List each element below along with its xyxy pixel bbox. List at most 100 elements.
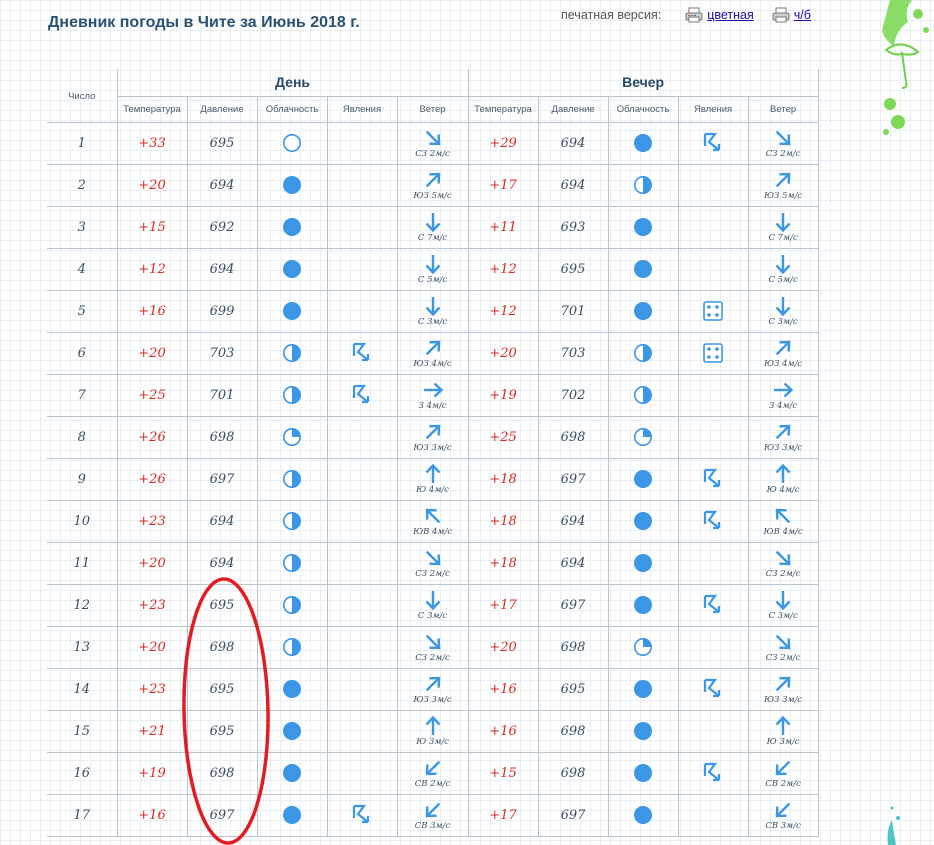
evening-temperature: +20	[467, 331, 539, 375]
evening-pressure-header: Давление	[537, 95, 609, 123]
wind-arrow-northwest-icon	[749, 547, 818, 569]
day-temperature: +26	[116, 415, 188, 459]
day-number: 2	[47, 163, 118, 207]
day-phenomena	[326, 541, 398, 585]
day-phenomena	[326, 289, 398, 333]
evening-temperature: +11	[467, 205, 539, 249]
table-row: 1 +33 695 СЗ 2м/с +29 694 СЗ 2м/с	[47, 121, 819, 165]
day-temperature: +33	[116, 121, 188, 165]
evening-phenomena	[677, 373, 749, 417]
day-wind: С 3м/с	[396, 583, 469, 627]
wind-arrow-northwest-icon	[398, 547, 468, 569]
evening-phenomena	[677, 793, 749, 837]
day-phenomena	[326, 415, 398, 459]
cloud-half-icon	[258, 511, 327, 531]
cloud-overcast-icon	[609, 259, 678, 279]
print-bw-link[interactable]: ч/б	[794, 8, 811, 22]
day-temperature: +19	[116, 751, 188, 795]
cloud-overcast-icon	[609, 763, 678, 783]
print-color-link[interactable]: цветная	[707, 8, 754, 22]
table-row: 8 +26 698 ЮЗ 3м/с +25 698 ЮЗ 3м/с	[47, 415, 819, 459]
thunder-icon	[328, 342, 397, 364]
day-cloudiness	[256, 625, 328, 669]
thunder-icon	[679, 594, 748, 616]
evening-phenomena	[677, 205, 749, 249]
cloud-half-icon	[609, 343, 678, 363]
evening-phenomena	[677, 415, 749, 459]
evening-cloudiness	[607, 121, 679, 165]
wind-speed-text: С 5м/с	[768, 275, 798, 285]
wind-speed-text: ЮЗ 5м/с	[413, 191, 452, 201]
day-temperature-header: Температура	[116, 95, 188, 123]
wind-speed-text: СВ 2м/с	[414, 779, 451, 789]
evening-pressure: 695	[537, 667, 609, 711]
day-pressure: 695	[186, 709, 258, 753]
thunder-icon	[679, 468, 748, 490]
evening-wind: СВ 3м/с	[747, 793, 819, 837]
evening-pressure: 701	[537, 289, 609, 333]
day-pressure: 703	[186, 331, 258, 375]
day-phenomena	[326, 331, 398, 375]
wind-speed-text: ЮЗ 3м/с	[763, 443, 803, 453]
evening-cloudiness	[607, 373, 679, 417]
cloud-overcast-icon	[258, 763, 327, 783]
day-number: 6	[47, 331, 118, 375]
thunder-icon	[679, 132, 748, 154]
wind-speed-text: ЮЗ 3м/с	[763, 695, 803, 705]
day-wind: Ю 3м/с	[396, 709, 469, 753]
print-version-label: печатная версия:	[561, 8, 662, 22]
day-temperature: +12	[116, 247, 188, 291]
day-temperature: +23	[116, 499, 188, 543]
day-cloudiness	[256, 121, 328, 165]
print-bw-item: ч/б	[772, 7, 811, 23]
wind-speed-text: ЮЗ 5м/с	[763, 191, 803, 201]
cloud-overcast-icon	[609, 133, 678, 153]
evening-wind: Ю 3м/с	[747, 709, 819, 753]
wind-speed-text: С 3м/с	[417, 611, 448, 621]
day-number: 1	[47, 121, 118, 165]
table-row: 9 +26 697 Ю 4м/с +18 697 Ю 4м/с	[47, 457, 819, 501]
cloud-overcast-icon	[258, 805, 327, 825]
day-number: 9	[47, 457, 118, 501]
evening-temperature: +20	[467, 625, 539, 669]
table-row: 13 +20 698 СЗ 2м/с +20 698 СЗ 2м/с	[47, 625, 819, 669]
table-row: 16 +19 698 СВ 2м/с +15 698 СВ 2м/с	[47, 751, 819, 795]
evening-phenomena	[677, 121, 749, 165]
wind-speed-text: Ю 4м/с	[766, 485, 800, 495]
table-row: 2 +20 694 ЮЗ 5м/с +17 694 ЮЗ 5м/с	[47, 163, 819, 207]
day-cloudiness	[256, 415, 328, 459]
evening-phenomena	[677, 499, 749, 543]
day-cloudiness-header: Облачность	[256, 95, 328, 123]
cloud-overcast-icon	[258, 301, 327, 321]
wind-speed-text: С 3м/с	[768, 317, 798, 327]
evening-temperature: +18	[467, 499, 539, 543]
evening-cloudiness	[607, 625, 679, 669]
day-cloudiness	[256, 289, 328, 333]
cloud-overcast-icon	[609, 217, 678, 237]
evening-cloudiness	[607, 709, 679, 753]
day-wind: СВ 2м/с	[396, 751, 469, 795]
wind-speed-text: З 4м/с	[418, 401, 447, 411]
evening-pressure: 703	[537, 331, 609, 375]
wind-arrow-southwest-icon	[398, 421, 468, 443]
evening-cloudiness	[607, 163, 679, 207]
cloud-overcast-icon	[609, 595, 678, 615]
day-pressure: 699	[186, 289, 258, 333]
day-wind: ЮЗ 4м/с	[396, 331, 469, 375]
hail-icon	[679, 301, 748, 321]
day-cloudiness	[256, 751, 328, 795]
evening-cloudiness	[607, 415, 679, 459]
wind-speed-text: ЮВ 4м/с	[412, 527, 453, 537]
cloud-overcast-icon	[609, 301, 678, 321]
wind-arrow-southeast-icon	[398, 505, 468, 527]
day-wind: СВ 3м/с	[396, 793, 469, 837]
wind-arrow-northeast-icon	[749, 757, 818, 779]
day-wind-header: Ветер	[396, 95, 469, 123]
day-number: 11	[47, 541, 118, 585]
evening-cloudiness	[607, 793, 679, 837]
day-pressure: 698	[186, 415, 258, 459]
wind-arrow-southwest-icon	[398, 673, 468, 695]
evening-phenomena	[677, 541, 749, 585]
evening-temperature: +18	[467, 541, 539, 585]
evening-temperature: +16	[467, 709, 539, 753]
